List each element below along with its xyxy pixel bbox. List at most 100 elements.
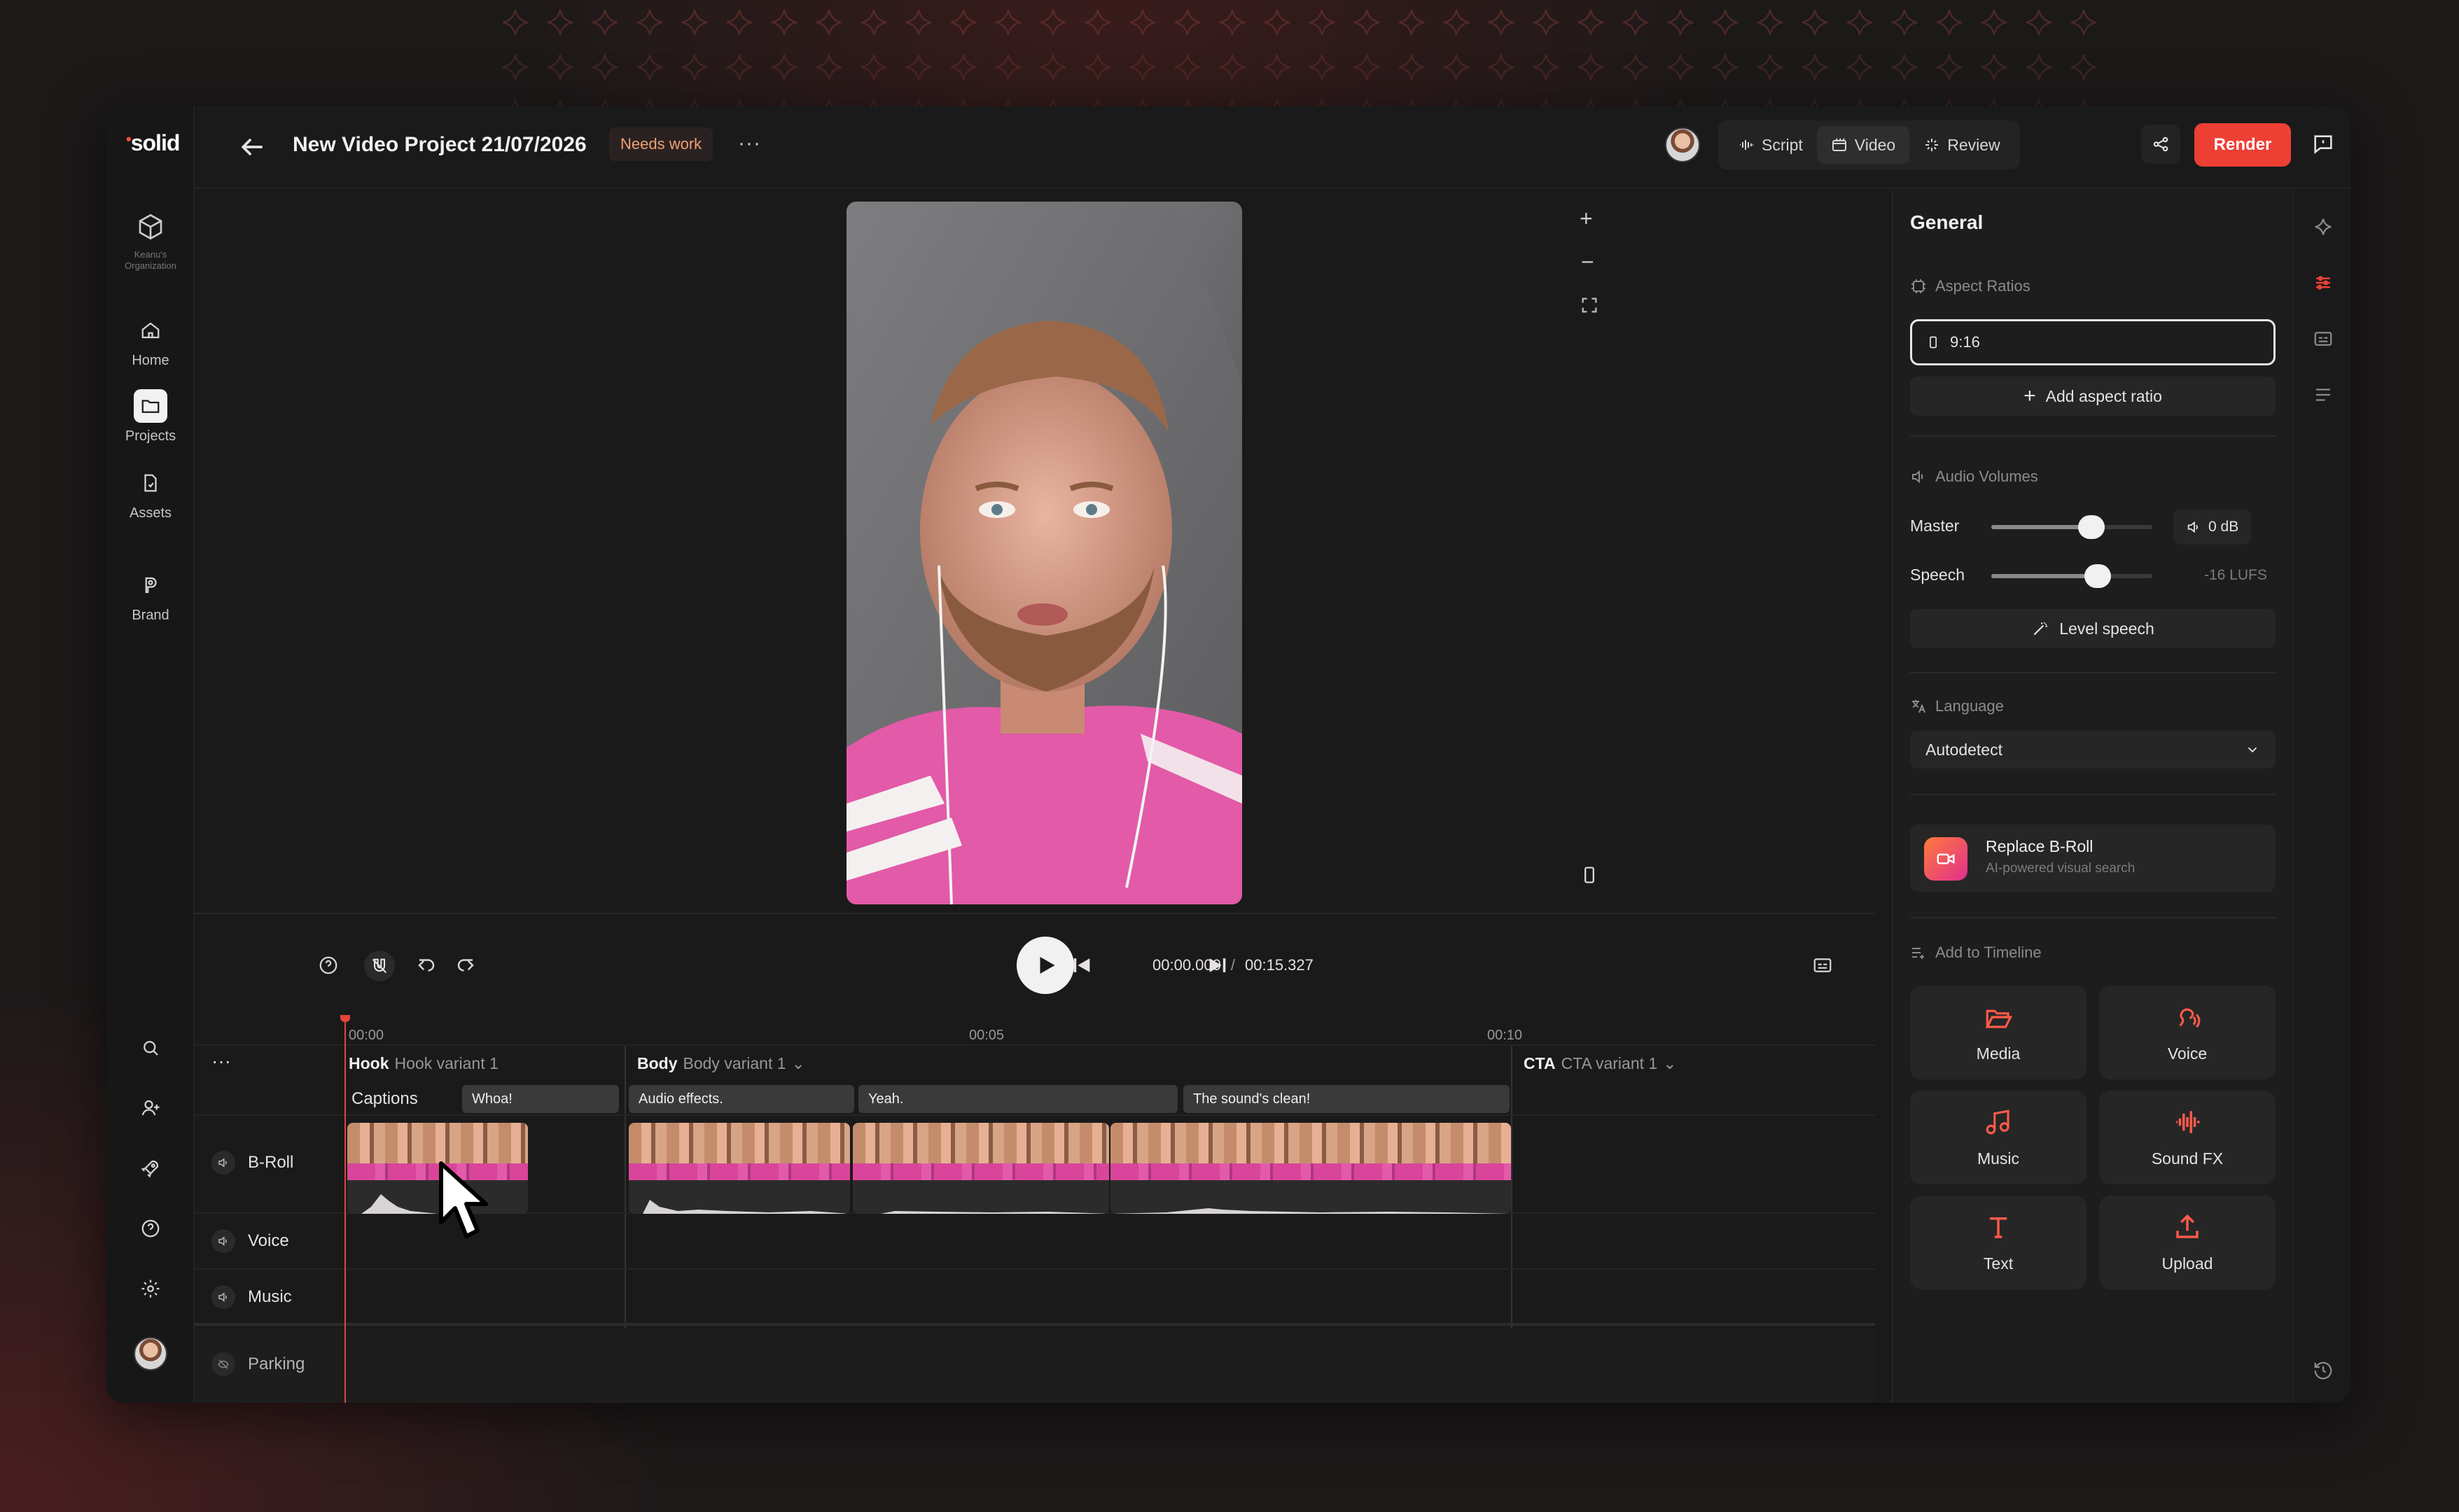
aspect-ratio-9-16[interactable]: 9:16 xyxy=(1910,319,2276,365)
broll-clip[interactable] xyxy=(629,1123,850,1214)
nav-home[interactable]: Home xyxy=(106,314,195,369)
profile-button[interactable] xyxy=(106,1337,195,1371)
speech-volume-value: -16 LUFS xyxy=(2204,567,2267,583)
redo-button[interactable] xyxy=(455,955,476,979)
language-select[interactable]: Autodetect xyxy=(1910,731,2276,769)
caption-clip[interactable]: Audio effects. xyxy=(629,1085,854,1113)
add-sound-fx-button[interactable]: Sound FX xyxy=(2099,1091,2276,1184)
tab-video[interactable]: Video xyxy=(1816,126,1910,164)
caption-clip[interactable]: Whoa! xyxy=(462,1085,619,1113)
broll-clip[interactable] xyxy=(853,1123,1109,1214)
replace-broll-title: Replace B-Roll xyxy=(1986,837,2094,855)
back-arrow-icon[interactable] xyxy=(237,132,267,162)
voice-icon xyxy=(2179,1008,2201,1028)
status-badge[interactable]: Needs work xyxy=(609,127,713,161)
video-frame[interactable] xyxy=(847,202,1242,904)
add-media-button[interactable]: Media xyxy=(1910,986,2087,1079)
adjustments-button[interactable] xyxy=(2309,269,2337,297)
broll-track-label: B-Roll xyxy=(211,1151,293,1175)
slider-knob[interactable] xyxy=(2077,515,2105,539)
mouse-cursor-icon xyxy=(439,1161,488,1238)
feedback-button[interactable] xyxy=(2304,125,2343,164)
tab-script[interactable]: Script xyxy=(1724,126,1817,164)
music-track: Music xyxy=(195,1270,1875,1326)
player-controls: 00:00.000/00:15.327 − + xyxy=(195,913,1979,1018)
replace-broll-card[interactable]: Replace B-Roll AI-powered visual search xyxy=(1910,825,2276,892)
segment-body[interactable]: Body Body variant 1 ⌄ xyxy=(637,1054,805,1073)
add-text-button[interactable]: Text xyxy=(1910,1196,2087,1289)
slider-knob[interactable] xyxy=(2084,564,2111,588)
speech-volume-slider[interactable] xyxy=(1991,564,2152,588)
history-button[interactable] xyxy=(2309,1357,2337,1385)
nav-brand[interactable]: Brand xyxy=(106,568,195,624)
collaborator-avatar[interactable] xyxy=(1665,127,1700,162)
upload-icon xyxy=(2176,1214,2199,1238)
captions-toggle[interactable] xyxy=(1812,955,1833,979)
nav-projects[interactable]: Projects xyxy=(106,389,195,444)
captions-icon xyxy=(2314,332,2332,346)
shortcuts-help-button[interactable] xyxy=(318,955,339,979)
playhead[interactable] xyxy=(340,1015,350,1403)
segment-cta[interactable]: CTA CTA variant 1 ⌄ xyxy=(1524,1054,1676,1073)
magnet-icon xyxy=(372,958,387,974)
master-volume-slider[interactable] xyxy=(1991,515,2152,539)
add-music-button[interactable]: Music xyxy=(1910,1091,2087,1184)
broll-clip[interactable] xyxy=(1110,1123,1511,1214)
video-ai-icon xyxy=(1924,837,1967,881)
time-ruler[interactable]: 00:00 00:05 00:10 xyxy=(195,1016,1875,1046)
render-button[interactable]: Render xyxy=(2194,123,2291,167)
launch-button[interactable] xyxy=(106,1158,195,1179)
org-switcher[interactable]: Keanu's Organization xyxy=(106,210,195,272)
sound-wave-icon xyxy=(2176,1110,2200,1133)
add-aspect-ratio-button[interactable]: + Add aspect ratio xyxy=(1910,377,2276,416)
timeline-more-button[interactable]: ··· xyxy=(211,1050,231,1072)
segment-hook[interactable]: Hook Hook variant 1 xyxy=(349,1054,499,1073)
nav-projects-label: Projects xyxy=(125,428,176,444)
captions-panel-button[interactable] xyxy=(2309,325,2337,353)
settings-button[interactable] xyxy=(106,1278,195,1299)
add-voice-button[interactable]: Voice xyxy=(2099,986,2276,1079)
undo-button[interactable] xyxy=(416,955,437,979)
zoom-out-button[interactable]: − xyxy=(1581,249,1594,275)
ai-assist-button[interactable] xyxy=(2309,213,2337,241)
play-icon xyxy=(1040,957,1055,974)
speaker-icon[interactable] xyxy=(211,1229,235,1253)
invite-user-button[interactable] xyxy=(106,1098,195,1119)
add-to-timeline-heading: Add to Timeline xyxy=(1910,944,2042,962)
tab-script-label: Script xyxy=(1762,135,1803,154)
fullscreen-button[interactable] xyxy=(1580,295,1599,318)
org-name: Keanu's Organization xyxy=(125,249,176,271)
hidden-icon[interactable] xyxy=(211,1352,235,1376)
text-icon xyxy=(1989,1217,2007,1238)
upload-button[interactable]: Upload xyxy=(2099,1196,2276,1289)
replace-broll-subtitle: AI-powered visual search xyxy=(1986,861,2136,876)
mode-tabs: Script Video Review xyxy=(1718,120,2020,169)
phone-icon xyxy=(1930,336,1937,349)
transcript-button[interactable] xyxy=(2309,381,2337,409)
tab-review[interactable]: Review xyxy=(1909,126,2014,164)
play-button[interactable] xyxy=(1017,937,1074,994)
search-button[interactable] xyxy=(106,1037,195,1058)
aspect-preview-button[interactable] xyxy=(1580,865,1599,888)
more-options-button[interactable]: ··· xyxy=(738,132,761,155)
app-logo[interactable]: •solid xyxy=(126,130,180,156)
caption-clip[interactable]: Yeah. xyxy=(858,1085,1178,1113)
tab-video-label: Video xyxy=(1854,135,1896,154)
text-lines-icon xyxy=(2316,388,2330,401)
speech-label: Speech xyxy=(1910,566,1965,584)
panel-title: General xyxy=(1910,211,1984,233)
speaker-icon[interactable] xyxy=(211,1151,235,1175)
share-button[interactable] xyxy=(2141,125,2180,164)
caption-clip[interactable]: The sound's clean! xyxy=(1183,1085,1510,1113)
master-volume-value[interactable]: 0 dB xyxy=(2173,510,2252,545)
video-thumbnail xyxy=(847,202,1242,904)
zoom-in-button[interactable]: + xyxy=(1580,206,1593,232)
help-button[interactable] xyxy=(106,1218,195,1239)
video-preview-area: + − xyxy=(195,190,1875,913)
project-title[interactable]: New Video Project 21/07/2026 xyxy=(293,133,587,157)
level-speech-button[interactable]: Level speech xyxy=(1910,609,2276,648)
magnet-toggle[interactable] xyxy=(364,951,395,981)
right-rail xyxy=(2292,190,2351,1403)
nav-assets[interactable]: Assets xyxy=(106,466,195,522)
speaker-icon[interactable] xyxy=(211,1285,235,1309)
